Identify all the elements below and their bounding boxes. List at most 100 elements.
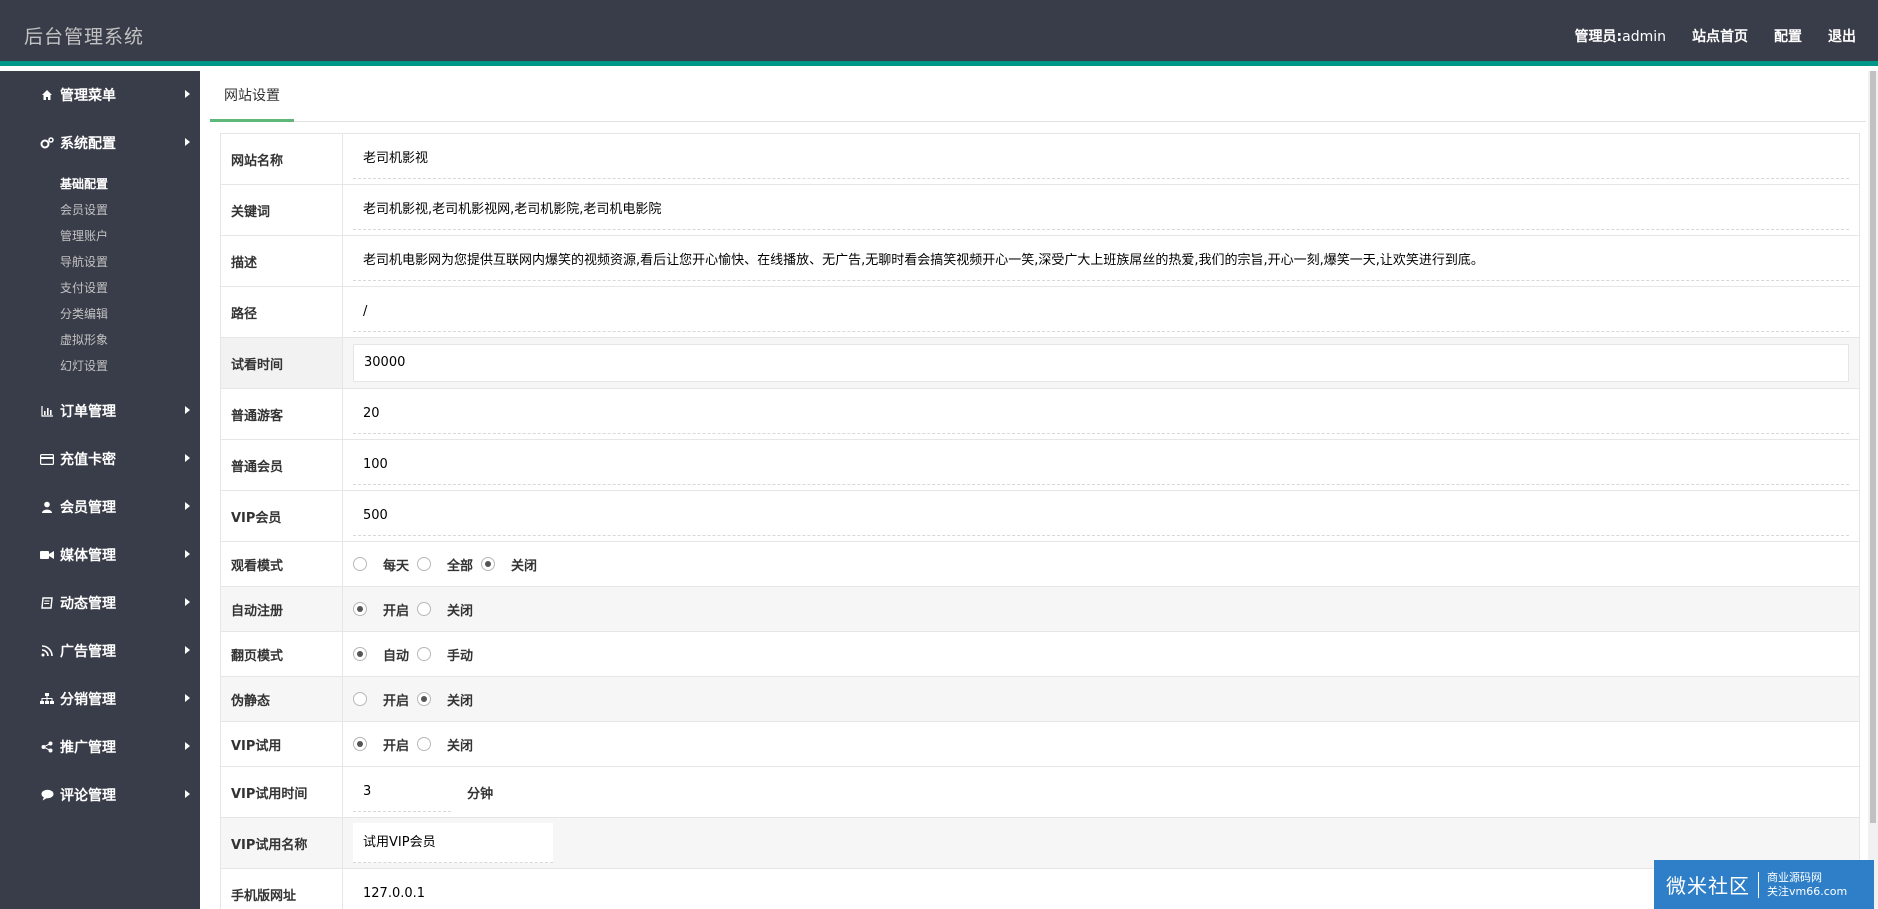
- radio-label: 关闭: [447, 603, 474, 619]
- vip-trial-time-unit: 分钟: [467, 786, 494, 802]
- scrollbar-thumb[interactable]: [1870, 71, 1876, 823]
- path-input[interactable]: /: [353, 292, 1849, 332]
- cogs-icon: [40, 136, 54, 150]
- description-input[interactable]: 老司机电影网为您提供互联网内爆笑的视频资源,看后让您开心愉快、在线播放、无广告,…: [353, 241, 1849, 281]
- tab-bar: 网站设置: [210, 71, 1866, 122]
- radio-circle: [353, 692, 367, 706]
- sidebar: 管理菜单 系统配置 基础配置 会员设置 管理账户 导航设置 支付设置 分类编辑 …: [0, 71, 200, 909]
- submenu-basic-config[interactable]: 基础配置: [0, 171, 200, 197]
- home-icon: [40, 88, 54, 102]
- field-label: 普通游客: [220, 388, 343, 440]
- sidebar-item-admin-menu[interactable]: 管理菜单: [0, 71, 200, 119]
- watermark-line2: 关注vm66.com: [1767, 884, 1848, 898]
- sidebar-item-label: 评论管理: [60, 788, 116, 804]
- radio-label: 关闭: [447, 738, 474, 754]
- radio-label: 每天: [383, 558, 410, 574]
- sidebar-item-distribution[interactable]: 分销管理: [0, 675, 200, 723]
- config-link[interactable]: 配置: [1774, 26, 1802, 46]
- caret-right-icon: [185, 454, 190, 462]
- auto-register-on-radio[interactable]: 开启: [353, 600, 409, 619]
- radio-circle-checked: [353, 602, 367, 616]
- settings-form: 网站名称 老司机影视 关键词 老司机影视,老司机影视网,老司机影院,老司机电影院…: [220, 133, 1860, 909]
- logout-link[interactable]: 退出: [1828, 26, 1856, 46]
- sidebar-item-members[interactable]: 会员管理: [0, 483, 200, 531]
- auto-register-radio-group: 开启 关闭: [353, 600, 1849, 619]
- sidebar-item-label: 管理菜单: [60, 88, 116, 104]
- caret-right-icon: [185, 598, 190, 606]
- field-label: 描述: [220, 235, 343, 287]
- pseudo-static-off-radio[interactable]: 关闭: [417, 690, 473, 709]
- vip-trial-off-radio[interactable]: 关闭: [417, 735, 473, 754]
- field-label: 试看时间: [220, 337, 343, 389]
- paging-mode-radio-group: 自动 手动: [353, 645, 1849, 664]
- sidebar-item-promotion[interactable]: 推广管理: [0, 723, 200, 771]
- submenu-nav-settings[interactable]: 导航设置: [0, 249, 200, 275]
- submenu-payment-settings[interactable]: 支付设置: [0, 275, 200, 301]
- rss-icon: [40, 644, 54, 658]
- submenu-admin-accounts[interactable]: 管理账户: [0, 223, 200, 249]
- main-scrollbar[interactable]: [1868, 71, 1878, 909]
- field-label: VIP试用: [220, 721, 343, 767]
- watch-mode-all-radio[interactable]: 全部: [417, 555, 473, 574]
- sidebar-item-media[interactable]: 媒体管理: [0, 531, 200, 579]
- tab-site-settings[interactable]: 网站设置: [210, 83, 294, 122]
- caret-right-icon: [185, 742, 190, 750]
- watermark-divider: [1758, 871, 1759, 898]
- sidebar-item-label: 分销管理: [60, 692, 116, 708]
- comment-icon: [40, 788, 54, 802]
- submenu-slide-settings[interactable]: 幻灯设置: [0, 353, 200, 379]
- watch-mode-off-radio[interactable]: 关闭: [481, 555, 537, 574]
- sidebar-item-label: 媒体管理: [60, 548, 116, 564]
- vip-trial-on-radio[interactable]: 开启: [353, 735, 409, 754]
- sidebar-item-label: 系统配置: [60, 136, 116, 152]
- sidebar-item-recharge-cards[interactable]: 充值卡密: [0, 435, 200, 483]
- vip-trial-time-input[interactable]: 3: [353, 772, 451, 812]
- field-label: VIP试用名称: [220, 817, 343, 869]
- field-label: 网站名称: [220, 133, 343, 185]
- radio-circle: [417, 602, 432, 616]
- caret-right-icon: [185, 694, 190, 702]
- trial-time-input[interactable]: 30000: [353, 344, 1849, 382]
- pseudo-static-radio-group: 开启 关闭: [353, 690, 1849, 709]
- submenu-category-edit[interactable]: 分类编辑: [0, 301, 200, 327]
- top-nav: 管理员:admin 站点首页 配置 退出: [1575, 26, 1856, 46]
- system-config-submenu: 基础配置 会员设置 管理账户 导航设置 支付设置 分类编辑 虚拟形象 幻灯设置: [0, 167, 200, 387]
- sidebar-item-ads[interactable]: 广告管理: [0, 627, 200, 675]
- field-label: 自动注册: [220, 586, 343, 632]
- vip-trial-name-input[interactable]: 试用VIP会员: [353, 823, 553, 863]
- watch-mode-daily-radio[interactable]: 每天: [353, 555, 409, 574]
- field-label: VIP试用时间: [220, 766, 343, 818]
- admin-name: admin: [1622, 29, 1666, 45]
- sidebar-item-label: 充值卡密: [60, 452, 116, 468]
- submenu-member-settings[interactable]: 会员设置: [0, 197, 200, 223]
- radio-circle-checked: [417, 692, 432, 706]
- sidebar-item-system-config[interactable]: 系统配置: [0, 119, 200, 167]
- sidebar-item-comments[interactable]: 评论管理: [0, 771, 200, 819]
- paging-manual-radio[interactable]: 手动: [417, 645, 473, 664]
- mobile-url-input[interactable]: 127.0.0.1: [353, 874, 1849, 909]
- member-input[interactable]: 100: [353, 445, 1849, 485]
- caret-right-icon: [185, 138, 190, 146]
- keywords-input[interactable]: 老司机影视,老司机影视网,老司机影院,老司机电影院: [353, 190, 1849, 230]
- auto-register-off-radio[interactable]: 关闭: [417, 600, 473, 619]
- vip-input[interactable]: 500: [353, 496, 1849, 536]
- paging-auto-radio[interactable]: 自动: [353, 645, 409, 664]
- sidebar-item-label: 会员管理: [60, 500, 116, 516]
- field-label: 伪静态: [220, 676, 343, 722]
- sidebar-item-orders[interactable]: 订单管理: [0, 387, 200, 435]
- radio-label: 开启: [383, 603, 410, 619]
- radio-label: 全部: [447, 558, 474, 574]
- site-home-link[interactable]: 站点首页: [1692, 26, 1748, 46]
- video-icon: [40, 548, 54, 562]
- sidebar-item-dynamics[interactable]: 动态管理: [0, 579, 200, 627]
- radio-label: 开启: [383, 738, 410, 754]
- pseudo-static-on-radio[interactable]: 开启: [353, 690, 409, 709]
- main-content: 网站设置 网站名称 老司机影视 关键词 老司机影视,老司机影视网,老司机影院,老…: [200, 71, 1866, 909]
- caret-right-icon: [185, 406, 190, 414]
- radio-label: 关闭: [447, 693, 474, 709]
- radio-circle-checked: [353, 647, 367, 661]
- radio-circle: [417, 647, 432, 661]
- submenu-avatar[interactable]: 虚拟形象: [0, 327, 200, 353]
- site-name-input[interactable]: 老司机影视: [353, 139, 1849, 179]
- guest-input[interactable]: 20: [353, 394, 1849, 434]
